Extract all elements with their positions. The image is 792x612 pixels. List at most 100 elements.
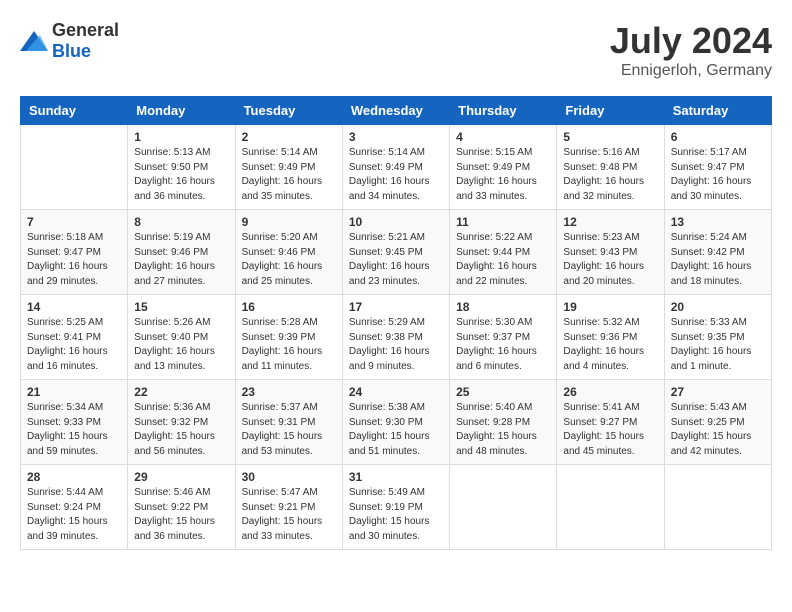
day-info: Sunrise: 5:40 AM Sunset: 9:28 PM Dayligh… <box>456 401 550 459</box>
day-info: Sunrise: 5:41 AM Sunset: 9:27 PM Dayligh… <box>563 401 657 459</box>
day-info: Sunrise: 5:20 AM Sunset: 9:46 PM Dayligh… <box>242 231 336 289</box>
calendar-cell: 15 Sunrise: 5:26 AM Sunset: 9:40 PM Dayli… <box>128 295 235 380</box>
day-number: 31 <box>349 470 443 484</box>
day-number: 25 <box>456 385 550 399</box>
calendar-cell: 10 Sunrise: 5:21 AM Sunset: 9:45 PM Dayli… <box>342 210 449 295</box>
calendar-cell: 12Sunrise: 5:23 AM Sunset: 9:43 PM Dayli… <box>557 210 664 295</box>
week-row-3: 14Sunrise: 5:25 AM Sunset: 9:41 PM Dayli… <box>21 295 772 380</box>
day-number: 28 <box>27 470 121 484</box>
calendar-cell <box>450 465 557 550</box>
logo-icon <box>20 31 48 51</box>
day-number: 29 <box>134 470 228 484</box>
day-number: 6 <box>671 130 765 144</box>
header-cell-monday: Monday <box>128 97 235 125</box>
day-info: Sunrise: 5:28 AM Sunset: 9:39 PM Dayligh… <box>242 316 336 374</box>
day-info: Sunrise: 5:14 AM Sunset: 9:49 PM Dayligh… <box>349 146 443 204</box>
day-info: Sunrise: 5:29 AM Sunset: 9:38 PM Dayligh… <box>349 316 443 374</box>
calendar-cell: 26Sunrise: 5:41 AM Sunset: 9:27 PM Dayli… <box>557 380 664 465</box>
day-number: 10 <box>349 215 443 229</box>
day-info: Sunrise: 5:47 AM Sunset: 9:21 PM Dayligh… <box>242 486 336 544</box>
day-number: 16 <box>242 300 336 314</box>
day-info: Sunrise: 5:37 AM Sunset: 9:31 PM Dayligh… <box>242 401 336 459</box>
day-number: 2 <box>242 130 336 144</box>
day-number: 30 <box>242 470 336 484</box>
day-info: Sunrise: 5:15 AM Sunset: 9:49 PM Dayligh… <box>456 146 550 204</box>
location: Ennigerloh, Germany <box>610 62 772 80</box>
calendar-cell: 19 Sunrise: 5:32 AM Sunset: 9:36 PM Dayli… <box>557 295 664 380</box>
day-number: 14 <box>27 300 121 314</box>
day-info: Sunrise: 5:24 AM Sunset: 9:42 PM Dayligh… <box>671 231 765 289</box>
day-info: Sunrise: 5:34 AM Sunset: 9:33 PM Dayligh… <box>27 401 121 459</box>
day-number: 27 <box>671 385 765 399</box>
calendar-cell: 29 Sunrise: 5:46 AM Sunset: 9:22 PM Dayli… <box>128 465 235 550</box>
day-info: Sunrise: 5:13 AM Sunset: 9:50 PM Dayligh… <box>134 146 228 204</box>
logo: General Blue <box>20 20 119 62</box>
month-year: July 2024 <box>610 20 772 62</box>
header-cell-saturday: Saturday <box>664 97 771 125</box>
calendar-cell: 2 Sunrise: 5:14 AM Sunset: 9:49 PM Daylig… <box>235 125 342 210</box>
calendar-cell: 4Sunrise: 5:15 AM Sunset: 9:49 PM Daylig… <box>450 125 557 210</box>
calendar-cell: 24Sunrise: 5:38 AM Sunset: 9:30 PM Dayli… <box>342 380 449 465</box>
day-info: Sunrise: 5:49 AM Sunset: 9:19 PM Dayligh… <box>349 486 443 544</box>
calendar-header: SundayMondayTuesdayWednesdayThursdayFrid… <box>21 97 772 125</box>
day-number: 5 <box>563 130 657 144</box>
logo-general: General <box>52 20 119 40</box>
day-info: Sunrise: 5:30 AM Sunset: 9:37 PM Dayligh… <box>456 316 550 374</box>
day-info: Sunrise: 5:46 AM Sunset: 9:22 PM Dayligh… <box>134 486 228 544</box>
day-number: 1 <box>134 130 228 144</box>
calendar-cell: 6 Sunrise: 5:17 AM Sunset: 9:47 PM Daylig… <box>664 125 771 210</box>
logo-blue: Blue <box>52 41 91 61</box>
day-number: 17 <box>349 300 443 314</box>
day-number: 20 <box>671 300 765 314</box>
header-cell-tuesday: Tuesday <box>235 97 342 125</box>
calendar-table: SundayMondayTuesdayWednesdayThursdayFrid… <box>20 96 772 550</box>
week-row-4: 21 Sunrise: 5:34 AM Sunset: 9:33 PM Dayli… <box>21 380 772 465</box>
calendar-cell <box>557 465 664 550</box>
week-row-1: 1 Sunrise: 5:13 AM Sunset: 9:50 PM Daylig… <box>21 125 772 210</box>
calendar-cell: 13Sunrise: 5:24 AM Sunset: 9:42 PM Dayli… <box>664 210 771 295</box>
day-number: 11 <box>456 215 550 229</box>
day-number: 8 <box>134 215 228 229</box>
day-number: 21 <box>27 385 121 399</box>
header-cell-friday: Friday <box>557 97 664 125</box>
day-info: Sunrise: 5:17 AM Sunset: 9:47 PM Dayligh… <box>671 146 765 204</box>
calendar-cell: 9 Sunrise: 5:20 AM Sunset: 9:46 PM Daylig… <box>235 210 342 295</box>
calendar-cell: 21 Sunrise: 5:34 AM Sunset: 9:33 PM Dayli… <box>21 380 128 465</box>
title-section: July 2024 Ennigerloh, Germany <box>610 20 772 80</box>
day-number: 9 <box>242 215 336 229</box>
day-number: 18 <box>456 300 550 314</box>
day-number: 15 <box>134 300 228 314</box>
calendar-cell: 28Sunrise: 5:44 AM Sunset: 9:24 PM Dayli… <box>21 465 128 550</box>
day-number: 7 <box>27 215 121 229</box>
day-number: 19 <box>563 300 657 314</box>
calendar-cell: 17 Sunrise: 5:29 AM Sunset: 9:38 PM Dayli… <box>342 295 449 380</box>
header-cell-sunday: Sunday <box>21 97 128 125</box>
calendar-cell <box>21 125 128 210</box>
day-info: Sunrise: 5:18 AM Sunset: 9:47 PM Dayligh… <box>27 231 121 289</box>
day-info: Sunrise: 5:32 AM Sunset: 9:36 PM Dayligh… <box>563 316 657 374</box>
calendar-cell <box>664 465 771 550</box>
calendar-cell: 22 Sunrise: 5:36 AM Sunset: 9:32 PM Dayli… <box>128 380 235 465</box>
day-info: Sunrise: 5:19 AM Sunset: 9:46 PM Dayligh… <box>134 231 228 289</box>
calendar-cell: 8 Sunrise: 5:19 AM Sunset: 9:46 PM Daylig… <box>128 210 235 295</box>
day-info: Sunrise: 5:26 AM Sunset: 9:40 PM Dayligh… <box>134 316 228 374</box>
week-row-5: 28Sunrise: 5:44 AM Sunset: 9:24 PM Dayli… <box>21 465 772 550</box>
calendar-cell: 16 Sunrise: 5:28 AM Sunset: 9:39 PM Dayli… <box>235 295 342 380</box>
day-number: 12 <box>563 215 657 229</box>
calendar-cell: 1 Sunrise: 5:13 AM Sunset: 9:50 PM Daylig… <box>128 125 235 210</box>
calendar-cell: 7 Sunrise: 5:18 AM Sunset: 9:47 PM Daylig… <box>21 210 128 295</box>
day-info: Sunrise: 5:21 AM Sunset: 9:45 PM Dayligh… <box>349 231 443 289</box>
calendar-cell: 27Sunrise: 5:43 AM Sunset: 9:25 PM Dayli… <box>664 380 771 465</box>
header-cell-thursday: Thursday <box>450 97 557 125</box>
week-row-2: 7 Sunrise: 5:18 AM Sunset: 9:47 PM Daylig… <box>21 210 772 295</box>
calendar-cell: 31 Sunrise: 5:49 AM Sunset: 9:19 PM Dayli… <box>342 465 449 550</box>
day-number: 22 <box>134 385 228 399</box>
day-number: 24 <box>349 385 443 399</box>
calendar-cell: 18 Sunrise: 5:30 AM Sunset: 9:37 PM Dayli… <box>450 295 557 380</box>
calendar-cell: 5Sunrise: 5:16 AM Sunset: 9:48 PM Daylig… <box>557 125 664 210</box>
logo-text: General Blue <box>52 20 119 62</box>
day-info: Sunrise: 5:14 AM Sunset: 9:49 PM Dayligh… <box>242 146 336 204</box>
header-row: SundayMondayTuesdayWednesdayThursdayFrid… <box>21 97 772 125</box>
day-info: Sunrise: 5:36 AM Sunset: 9:32 PM Dayligh… <box>134 401 228 459</box>
day-number: 3 <box>349 130 443 144</box>
